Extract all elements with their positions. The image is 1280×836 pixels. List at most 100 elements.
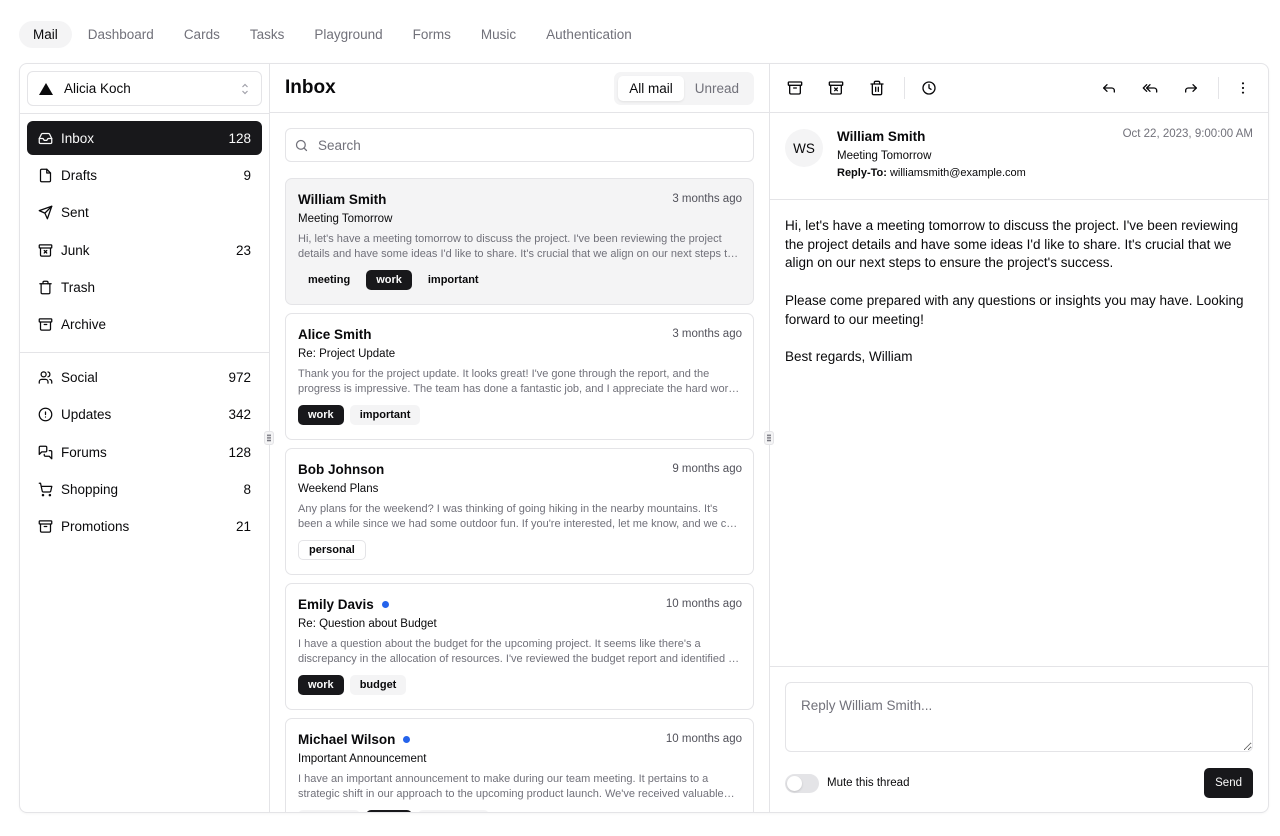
tab-cards[interactable]: Cards [170, 21, 234, 48]
sidebar-item-label: Junk [61, 242, 90, 258]
mail-time: 10 months ago [665, 598, 742, 610]
tab-mail[interactable]: Mail [19, 21, 72, 48]
search-input[interactable] [318, 137, 745, 153]
mail-sender: Bob Johnson [298, 461, 385, 477]
message-subject: Meeting Tomorrow [837, 150, 932, 162]
sidebar-item-forums[interactable]: Forums 128 [27, 435, 262, 469]
sidebar-item-shopping[interactable]: Shopping 8 [27, 473, 262, 507]
tag-important[interactable]: important [417, 270, 489, 290]
tab-playground[interactable]: Playground [300, 21, 396, 48]
reply-to-address: williamsmith@example.com [889, 167, 1026, 179]
forward-button[interactable] [1174, 71, 1208, 105]
tag-work[interactable]: work [298, 675, 344, 695]
tag-work[interactable]: work [298, 405, 344, 425]
sidebar-item-count: 128 [228, 444, 251, 460]
tag-meeting[interactable]: meeting [298, 810, 361, 812]
account-switcher[interactable]: Alicia Koch [27, 71, 262, 106]
delete-button[interactable] [860, 71, 894, 105]
reply-button[interactable] [1092, 71, 1126, 105]
send-button[interactable]: Send [1204, 768, 1253, 798]
tag-personal[interactable]: personal [298, 540, 366, 560]
mail-item[interactable]: Alice Smith 3 months ago Re: Project Updat… [285, 313, 754, 440]
tab-dashboard[interactable]: Dashboard [74, 21, 168, 48]
sidebar-item-sent[interactable]: Sent [27, 196, 262, 230]
sidebar-item-trash[interactable]: Trash [27, 271, 262, 305]
move-to-junk-button[interactable] [819, 71, 853, 105]
sidebar-item-label: Inbox [61, 130, 95, 146]
send-icon [38, 205, 53, 220]
mail-item[interactable]: Bob Johnson 9 months ago Weekend Plans Any … [285, 448, 754, 575]
cart-icon [38, 482, 53, 497]
mail-preview: I have a question about the budget for t… [298, 638, 735, 665]
mail-item[interactable]: William Smith 3 months ago Meeting Tomorro… [285, 178, 754, 305]
mail-item[interactable]: Emily Davis 10 months ago Re: Question abo… [285, 583, 754, 710]
message-sender: William Smith [837, 129, 926, 144]
mail-subject: Weekend Plans [298, 483, 379, 495]
tag-work[interactable]: work [366, 270, 412, 290]
reply-textarea[interactable] [785, 682, 1253, 752]
archive-icon [38, 317, 53, 332]
resize-handle-sidebar[interactable] [264, 431, 274, 445]
sidebar-item-count: 342 [228, 407, 251, 423]
mail-subject: Meeting Tomorrow [298, 213, 393, 225]
sidebar-item-drafts[interactable]: Drafts 9 [27, 158, 262, 192]
mail-time: 3 months ago [672, 193, 742, 205]
chevrons-up-down-icon [241, 83, 249, 95]
tab-all-mail[interactable]: All mail [618, 75, 684, 101]
mail-tags: work budget [298, 675, 742, 695]
sidebar-item-label: Sent [61, 205, 89, 221]
sidebar-item-count: 972 [228, 369, 251, 385]
more-button[interactable] [1226, 71, 1260, 105]
sidebar-item-updates[interactable]: Updates 342 [27, 398, 262, 432]
sidebar-item-archive[interactable]: Archive [27, 308, 262, 342]
tag-important[interactable]: important [417, 810, 489, 812]
sidebar-item-label: Archive [61, 317, 107, 333]
mute-thread-toggle[interactable] [785, 773, 819, 793]
resize-handle-list[interactable] [764, 431, 774, 445]
mail-filter-tabs: All mail Unread [614, 71, 754, 105]
reply-to-label: Reply-To: [837, 167, 887, 179]
toggle-knob [787, 775, 802, 791]
tab-authentication[interactable]: Authentication [532, 21, 646, 48]
sidebar-item-social[interactable]: Social 972 [27, 360, 262, 394]
mail-subject: Important Announcement [298, 753, 427, 765]
page-title: Inbox [285, 77, 336, 98]
archive-button[interactable] [778, 71, 812, 105]
message-date: Oct 22, 2023, 9:00:00 AM [1122, 128, 1253, 140]
sidebar-item-count: 128 [228, 130, 251, 146]
tag-important[interactable]: important [349, 405, 421, 425]
sidebar-item-promotions[interactable]: Promotions 21 [27, 510, 262, 544]
sidebar-item-label: Forums [61, 444, 107, 460]
tag-work[interactable]: work [366, 810, 412, 812]
sidebar-item-count: 9 [243, 167, 251, 183]
snooze-button[interactable] [912, 71, 946, 105]
toolbar-divider [904, 77, 905, 99]
reply-all-button[interactable] [1133, 71, 1167, 105]
sidebar-item-count: 8 [243, 482, 251, 498]
inbox-icon [38, 131, 53, 146]
message-paragraph: Best regards, William [785, 348, 913, 364]
mail-time: 10 months ago [665, 733, 742, 745]
tab-unread[interactable]: Unread [684, 76, 750, 101]
mail-sender: William Smith [298, 191, 387, 207]
mail-item-header: Bob Johnson 9 months ago [298, 460, 742, 478]
messages-icon [38, 445, 53, 460]
mail-list: William Smith 3 months ago Meeting Tomorro… [285, 178, 754, 812]
sidebar-item-label: Trash [61, 280, 96, 296]
search-box [285, 128, 754, 162]
mail-item[interactable]: Michael Wilson 10 months ago Important Ann… [285, 718, 754, 812]
sidebar-item-junk[interactable]: Junk 23 [27, 233, 262, 267]
clock-icon [922, 81, 936, 95]
message-header: WS William Smith Meeting Tomorrow Reply-… [770, 113, 1268, 200]
users-icon [38, 370, 53, 385]
tab-forms[interactable]: Forms [399, 21, 465, 48]
tab-music[interactable]: Music [467, 21, 530, 48]
tag-meeting[interactable]: meeting [298, 270, 361, 290]
archive-icon [787, 81, 803, 95]
mail-time: 9 months ago [672, 463, 742, 475]
sidebar-item-inbox[interactable]: Inbox 128 [27, 121, 262, 155]
mail-tags: personal [298, 540, 742, 560]
tab-tasks[interactable]: Tasks [236, 21, 299, 48]
tag-budget[interactable]: budget [349, 675, 407, 695]
mail-sender: Michael Wilson [298, 731, 396, 747]
